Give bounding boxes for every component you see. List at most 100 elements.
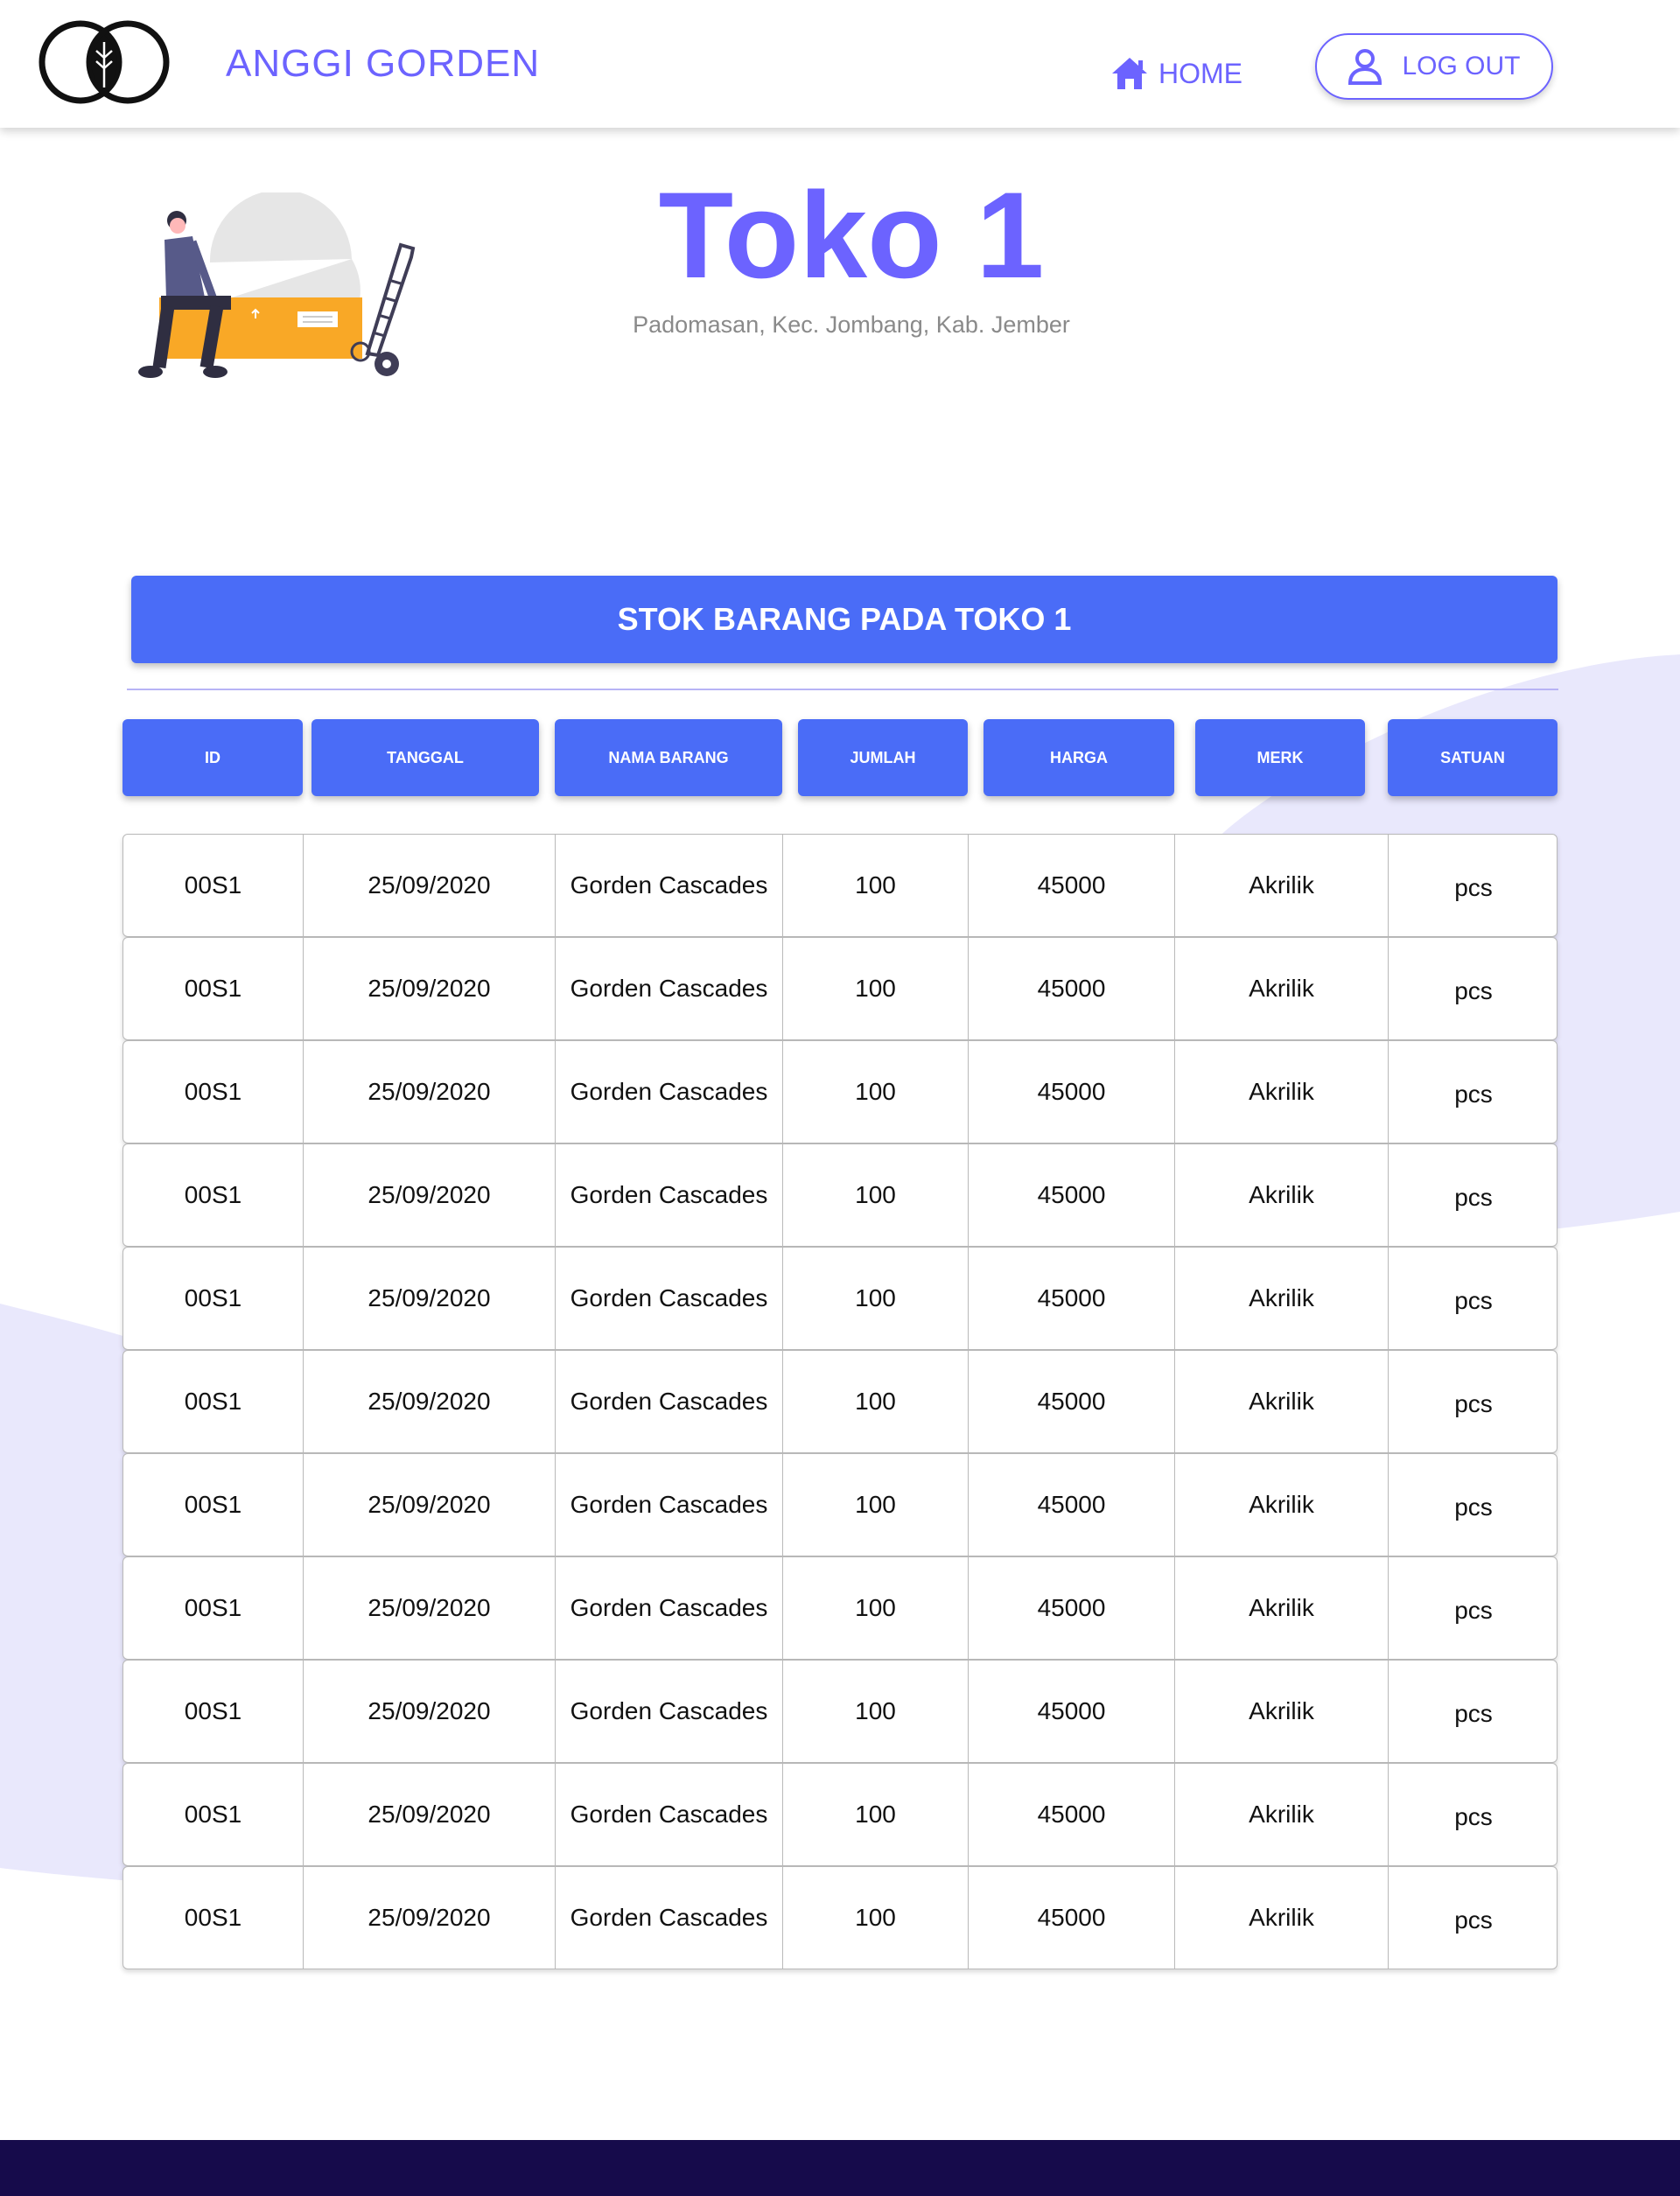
logout-button[interactable]: LOG OUT bbox=[1315, 33, 1553, 100]
cell-jumlah: 100 bbox=[783, 1248, 969, 1349]
cell-merk: Akrilik bbox=[1175, 835, 1389, 936]
cell-id: 00S1 bbox=[123, 835, 304, 936]
footer-bar bbox=[0, 2140, 1680, 2196]
cell-id: 00S1 bbox=[123, 1041, 304, 1143]
cell-harga: 45000 bbox=[969, 1144, 1175, 1246]
cell-jumlah: 100 bbox=[783, 1351, 969, 1452]
cell-satuan: pcs bbox=[1454, 1700, 1493, 1727]
cell-merk: Akrilik bbox=[1175, 938, 1389, 1039]
cell-jumlah: 100 bbox=[783, 1041, 969, 1143]
cell-jumlah: 100 bbox=[783, 1867, 969, 1969]
cell-id: 00S1 bbox=[123, 1764, 304, 1865]
table-row[interactable]: 00S1 25/09/2020 Gorden Cascades 100 45000 Akr… bbox=[122, 1763, 1558, 1866]
table-row[interactable]: 00S1 25/09/2020 Gorden Cascades 100 45000 Akr… bbox=[122, 834, 1558, 937]
cell-id: 00S1 bbox=[123, 1661, 304, 1762]
table-row[interactable]: 00S1 25/09/2020 Gorden Cascades 100 45000 Akr… bbox=[122, 1660, 1558, 1763]
table-row[interactable]: 00S1 25/09/2020 Gorden Cascades 100 45000 Akr… bbox=[122, 1143, 1558, 1247]
table-row[interactable]: 00S1 25/09/2020 Gorden Cascades 100 45000 Akr… bbox=[122, 1866, 1558, 1969]
table-row[interactable]: 00S1 25/09/2020 Gorden Cascades 100 45000 Akr… bbox=[122, 1247, 1558, 1350]
cell-nama-barang: Gorden Cascades bbox=[556, 1041, 783, 1143]
cell-jumlah: 100 bbox=[783, 835, 969, 936]
cell-merk: Akrilik bbox=[1175, 1557, 1389, 1659]
column-header-jumlah[interactable]: JUMLAH bbox=[798, 719, 968, 796]
cell-nama-barang: Gorden Cascades bbox=[556, 1557, 783, 1659]
cell-nama-barang: Gorden Cascades bbox=[556, 1454, 783, 1556]
cell-merk: Akrilik bbox=[1175, 1867, 1389, 1969]
cell-merk: Akrilik bbox=[1175, 1041, 1389, 1143]
cell-id: 00S1 bbox=[123, 1454, 304, 1556]
brand-name[interactable]: ANGGI GORDEN bbox=[226, 42, 540, 86]
cell-harga: 45000 bbox=[969, 1557, 1175, 1659]
cell-harga: 45000 bbox=[969, 835, 1175, 936]
column-header-tanggal[interactable]: TANGGAL bbox=[312, 719, 539, 796]
cell-nama-barang: Gorden Cascades bbox=[556, 1248, 783, 1349]
cell-harga: 45000 bbox=[969, 1248, 1175, 1349]
cell-tanggal: 25/09/2020 bbox=[304, 835, 556, 936]
cell-tanggal: 25/09/2020 bbox=[304, 1557, 556, 1659]
cell-satuan: pcs bbox=[1454, 1493, 1493, 1521]
store-address: Padomasan, Kec. Jombang, Kab. Jember bbox=[633, 311, 1070, 338]
cell-satuan: pcs bbox=[1454, 1906, 1493, 1934]
cell-satuan: pcs bbox=[1454, 1287, 1493, 1314]
top-navbar: ANGGI GORDEN HOME LOG OUT bbox=[0, 0, 1680, 128]
cell-jumlah: 100 bbox=[783, 1764, 969, 1865]
table-row[interactable]: 00S1 25/09/2020 Gorden Cascades 100 45000 Akr… bbox=[122, 1040, 1558, 1143]
page-title: Toko 1 bbox=[658, 166, 1045, 304]
cell-satuan: pcs bbox=[1454, 1081, 1493, 1108]
table-row[interactable]: 00S1 25/09/2020 Gorden Cascades 100 45000 Akr… bbox=[122, 1556, 1558, 1660]
cell-jumlah: 100 bbox=[783, 938, 969, 1039]
cell-nama-barang: Gorden Cascades bbox=[556, 1661, 783, 1762]
cell-satuan: pcs bbox=[1454, 1803, 1493, 1830]
cell-id: 00S1 bbox=[123, 1351, 304, 1452]
stock-section-banner[interactable]: STOK BARANG PADA TOKO 1 bbox=[131, 576, 1558, 663]
cell-satuan: pcs bbox=[1454, 1390, 1493, 1417]
cell-jumlah: 100 bbox=[783, 1454, 969, 1556]
cell-nama-barang: Gorden Cascades bbox=[556, 1764, 783, 1865]
cell-harga: 45000 bbox=[969, 1661, 1175, 1762]
cell-merk: Akrilik bbox=[1175, 1351, 1389, 1452]
column-header-satuan[interactable]: SATUAN bbox=[1388, 719, 1558, 796]
cell-jumlah: 100 bbox=[783, 1661, 969, 1762]
cell-merk: Akrilik bbox=[1175, 1248, 1389, 1349]
cell-merk: Akrilik bbox=[1175, 1661, 1389, 1762]
cell-tanggal: 25/09/2020 bbox=[304, 1248, 556, 1349]
cell-nama-barang: Gorden Cascades bbox=[556, 938, 783, 1039]
cell-nama-barang: Gorden Cascades bbox=[556, 1867, 783, 1969]
home-nav-link[interactable]: HOME bbox=[1110, 51, 1242, 96]
cell-tanggal: 25/09/2020 bbox=[304, 1454, 556, 1556]
cell-id: 00S1 bbox=[123, 1557, 304, 1659]
cell-nama-barang: Gorden Cascades bbox=[556, 835, 783, 936]
logout-label: LOG OUT bbox=[1402, 52, 1521, 80]
column-header-merk[interactable]: MERK bbox=[1195, 719, 1365, 796]
cell-nama-barang: Gorden Cascades bbox=[556, 1351, 783, 1452]
cell-id: 00S1 bbox=[123, 1248, 304, 1349]
leaf-circle-logo-icon[interactable] bbox=[38, 17, 170, 107]
table-row[interactable]: 00S1 25/09/2020 Gorden Cascades 100 45000 Akr… bbox=[122, 1350, 1558, 1453]
column-header-harga[interactable]: HARGA bbox=[984, 719, 1174, 796]
cell-satuan: pcs bbox=[1454, 1597, 1493, 1624]
cell-harga: 45000 bbox=[969, 1867, 1175, 1969]
cell-harga: 45000 bbox=[969, 1041, 1175, 1143]
cell-tanggal: 25/09/2020 bbox=[304, 1867, 556, 1969]
table-row[interactable]: 00S1 25/09/2020 Gorden Cascades 100 45000 Akr… bbox=[122, 1453, 1558, 1556]
cell-merk: Akrilik bbox=[1175, 1764, 1389, 1865]
cell-tanggal: 25/09/2020 bbox=[304, 1661, 556, 1762]
cell-tanggal: 25/09/2020 bbox=[304, 1764, 556, 1865]
cell-harga: 45000 bbox=[969, 1454, 1175, 1556]
cell-id: 00S1 bbox=[123, 1144, 304, 1246]
cell-harga: 45000 bbox=[969, 1351, 1175, 1452]
table-row[interactable]: 00S1 25/09/2020 Gorden Cascades 100 45000 Akr… bbox=[122, 937, 1558, 1040]
cell-id: 00S1 bbox=[123, 1867, 304, 1969]
cell-satuan: pcs bbox=[1454, 874, 1493, 901]
cell-jumlah: 100 bbox=[783, 1144, 969, 1246]
cell-id: 00S1 bbox=[123, 938, 304, 1039]
cell-tanggal: 25/09/2020 bbox=[304, 938, 556, 1039]
cell-tanggal: 25/09/2020 bbox=[304, 1351, 556, 1452]
column-header-nama-barang[interactable]: NAMA BARANG bbox=[555, 719, 782, 796]
cell-harga: 45000 bbox=[969, 938, 1175, 1039]
cell-merk: Akrilik bbox=[1175, 1144, 1389, 1246]
column-header-id[interactable]: ID bbox=[122, 719, 303, 796]
cell-tanggal: 25/09/2020 bbox=[304, 1144, 556, 1246]
cell-tanggal: 25/09/2020 bbox=[304, 1041, 556, 1143]
cell-satuan: pcs bbox=[1454, 977, 1493, 1004]
